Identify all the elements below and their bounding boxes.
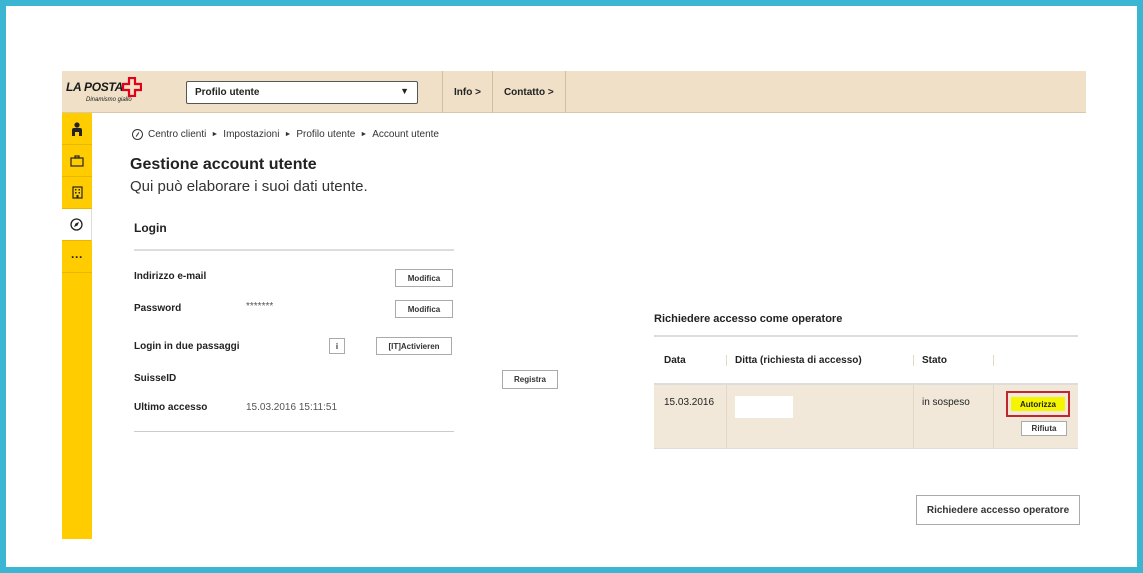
profile-select-value: Profilo utente [195, 87, 260, 98]
info-icon[interactable]: i [329, 338, 345, 354]
email-modify-button[interactable]: Modifica [395, 269, 453, 287]
logo-text: LA POSTA [66, 80, 123, 94]
la-posta-logo[interactable]: LA POSTA Dinamismo giallo [66, 77, 156, 107]
table-row: 15.03.2016 in sospeso Autorizza Rifiuta [654, 385, 1078, 449]
briefcase-icon [70, 154, 84, 167]
sidebar: ··· [62, 113, 92, 539]
email-label: Indirizzo e-mail [134, 271, 207, 282]
breadcrumb-item-current: Account utente [372, 129, 439, 140]
operator-requests-table: Data Ditta (richiesta di accesso) Stato … [654, 335, 1078, 449]
top-bar: LA POSTA Dinamismo giallo Profilo utente… [62, 71, 1086, 113]
compass-icon [132, 129, 143, 140]
swiss-cross-icon [122, 77, 142, 97]
reject-button[interactable]: Rifiuta [1021, 421, 1067, 436]
breadcrumb-separator-icon: ► [284, 131, 292, 138]
twostep-activate-button[interactable]: [IT]Activieren [376, 337, 452, 355]
password-label: Password [134, 303, 182, 314]
building-icon [71, 186, 83, 199]
login-section: Login [134, 221, 454, 235]
row-actions: Autorizza Rifiuta [994, 385, 1078, 448]
last-access-value: 15.03.2016 15:11:51 [246, 402, 338, 413]
sidebar-item-person[interactable] [62, 113, 92, 145]
twostep-label: Login in due passaggi [134, 341, 240, 352]
nav-info[interactable]: Info > [442, 71, 492, 113]
page-title: Gestione account utente [130, 156, 317, 173]
column-header-stato: Stato [914, 354, 994, 366]
row-status: in sospeso [914, 385, 994, 448]
breadcrumb: Centro clienti ► Impostazioni ► Profilo … [132, 129, 439, 140]
login-title: Login [134, 221, 167, 235]
row-company [727, 385, 914, 448]
suisseid-register-button[interactable]: Registra [502, 370, 558, 389]
approve-button[interactable]: Autorizza [1011, 397, 1065, 411]
breadcrumb-item[interactable]: Profilo utente [296, 129, 355, 140]
column-header-ditta: Ditta (richiesta di accesso) [727, 354, 914, 366]
suisseid-label: SuisseID [134, 373, 177, 384]
request-operator-access-button[interactable]: Richiedere accesso operatore [916, 495, 1080, 525]
breadcrumb-separator-icon: ► [211, 131, 219, 138]
table-header: Data Ditta (richiesta di accesso) Stato [654, 337, 1078, 385]
sidebar-item-more[interactable]: ··· [62, 241, 92, 273]
person-icon [72, 121, 82, 136]
sidebar-item-building[interactable] [62, 177, 92, 209]
logo-tagline: Dinamismo giallo [86, 97, 132, 103]
operator-section-title: Richiedere accesso come operatore [654, 313, 843, 325]
breadcrumb-item[interactable]: Impostazioni [223, 129, 279, 140]
compass-icon [70, 218, 83, 231]
profile-select[interactable]: Profilo utente ▼ [186, 81, 418, 104]
sidebar-item-briefcase[interactable] [62, 145, 92, 177]
top-nav: Info > Contatto > [442, 71, 566, 113]
breadcrumb-item[interactable]: Centro clienti [148, 129, 206, 140]
last-access-label: Ultimo accesso [134, 402, 208, 413]
password-value: ******* [246, 301, 274, 312]
more-icon: ··· [71, 249, 83, 264]
app-window: LA POSTA Dinamismo giallo Profilo utente… [62, 71, 1086, 539]
sidebar-item-compass[interactable] [62, 209, 92, 241]
breadcrumb-separator-icon: ► [360, 131, 368, 138]
company-redacted [735, 396, 793, 418]
divider [134, 431, 454, 432]
highlight-box: Autorizza [1006, 391, 1070, 417]
column-header-data: Data [654, 354, 727, 366]
password-modify-button[interactable]: Modifica [395, 300, 453, 318]
row-date: 15.03.2016 [654, 385, 727, 448]
page-subtitle: Qui può elaborare i suoi dati utente. [130, 178, 368, 195]
chevron-down-icon: ▼ [400, 86, 409, 96]
divider [134, 249, 454, 251]
nav-contatto[interactable]: Contatto > [491, 71, 566, 113]
